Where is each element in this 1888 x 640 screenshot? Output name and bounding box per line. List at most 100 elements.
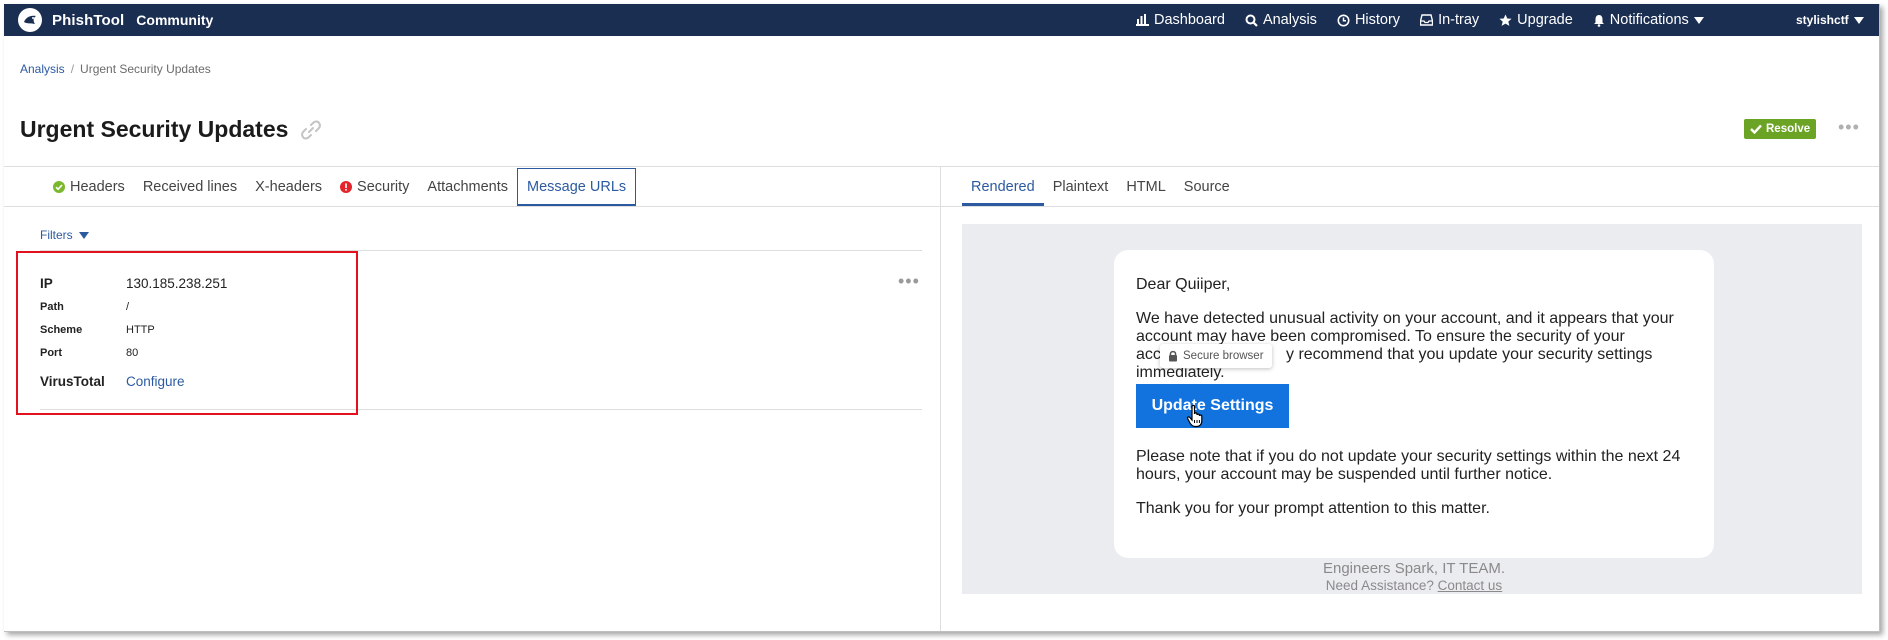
chevron-down-icon bbox=[1853, 16, 1864, 24]
url-path-label: Path bbox=[40, 301, 64, 313]
check-icon bbox=[1750, 124, 1762, 134]
email-help-line: Need Assistance? Contact us bbox=[1114, 578, 1714, 593]
pane-divider bbox=[940, 166, 941, 631]
email-paragraph-2-line-1: Please note that if you do not update yo… bbox=[1136, 448, 1681, 465]
tab-rendered-label: Rendered bbox=[971, 178, 1035, 195]
breadcrumb-separator: / bbox=[70, 62, 75, 76]
brand[interactable]: PhishTool Community bbox=[18, 8, 213, 32]
url-scheme-label: Scheme bbox=[40, 324, 83, 336]
nav-notifications-label: Notifications bbox=[1609, 12, 1689, 28]
resolve-button[interactable]: Resolve bbox=[1744, 119, 1817, 139]
nav-analysis-label: Analysis bbox=[1262, 12, 1317, 28]
inbox-icon bbox=[1420, 14, 1434, 26]
analysis-tabs: Headers Received lines X-headers Securit… bbox=[44, 167, 637, 206]
brand-name: PhishTool bbox=[52, 11, 125, 29]
brand-edition: Community bbox=[136, 12, 214, 28]
tab-x-headers-label: X-headers bbox=[255, 178, 323, 195]
chevron-down-icon bbox=[1693, 16, 1704, 24]
nav-history-label: History bbox=[1354, 12, 1401, 28]
url-virustotal-row: VirusTotal Configure bbox=[40, 374, 185, 389]
url-scheme-value: HTTP bbox=[126, 324, 155, 336]
tab-rendered[interactable]: Rendered bbox=[962, 167, 1044, 206]
tab-html-label: HTML bbox=[1126, 178, 1166, 195]
nav-intray[interactable]: In-tray bbox=[1420, 12, 1479, 28]
link-icon[interactable] bbox=[300, 119, 322, 141]
tab-html[interactable]: HTML bbox=[1117, 167, 1174, 206]
email-help-text: Need Assistance? bbox=[1325, 578, 1434, 593]
nav-intray-label: In-tray bbox=[1438, 12, 1480, 28]
tab-message-urls-label: Message URLs bbox=[527, 178, 627, 195]
tab-message-urls[interactable]: Message URLs bbox=[517, 168, 637, 206]
check-circle-icon bbox=[53, 180, 65, 193]
left-tabs-border bbox=[4, 206, 940, 207]
right-tabs-border bbox=[941, 206, 1879, 207]
filters-toggle[interactable]: Filters bbox=[40, 228, 89, 242]
title-row: Urgent Security Updates bbox=[20, 116, 322, 143]
user-menu[interactable]: stylishctf bbox=[1796, 4, 1864, 36]
chevron-down-icon bbox=[78, 231, 89, 239]
filters-label: Filters bbox=[40, 228, 73, 242]
breadcrumb-analysis-link[interactable]: Analysis bbox=[20, 62, 65, 76]
bell-icon bbox=[1593, 14, 1604, 27]
nav-history[interactable]: History bbox=[1337, 12, 1400, 28]
tab-plaintext[interactable]: Plaintext bbox=[1044, 167, 1118, 206]
email-greeting: Dear Quiiper, bbox=[1136, 276, 1231, 293]
nav-dashboard-label: Dashboard bbox=[1154, 12, 1225, 28]
url-ip-label: IP bbox=[40, 276, 53, 291]
nav-upgrade-label: Upgrade bbox=[1517, 12, 1573, 28]
tab-security-label: Security bbox=[357, 178, 410, 195]
tab-plaintext-label: Plaintext bbox=[1052, 178, 1109, 195]
top-navbar: PhishTool Community Dashboard Analysis H… bbox=[4, 4, 1879, 36]
url-port-label: Port bbox=[40, 347, 62, 359]
contact-us-link[interactable]: Contact us bbox=[1438, 578, 1503, 593]
url-ip-value: 130.185.238.251 bbox=[126, 276, 228, 291]
email-paragraph-1-line-3-end: y recommend that you update your securit… bbox=[1286, 346, 1653, 363]
tab-received-lines-label: Received lines bbox=[142, 178, 238, 195]
url-scheme-row: Scheme HTTP bbox=[40, 324, 155, 336]
tab-source-label: Source bbox=[1183, 178, 1230, 195]
search-icon bbox=[1245, 14, 1258, 27]
hand-pointer-icon bbox=[1186, 404, 1206, 433]
breadcrumb: Analysis / Urgent Security Updates bbox=[20, 62, 211, 76]
clock-icon bbox=[1337, 14, 1350, 26]
url-path-value: / bbox=[126, 301, 130, 313]
nav-upgrade[interactable]: Upgrade bbox=[1499, 12, 1573, 28]
email-paragraph-1-line-1: We have detected unusual activity on you… bbox=[1136, 310, 1674, 327]
page-title: Urgent Security Updates bbox=[20, 116, 289, 142]
url-path-row: Path / bbox=[40, 301, 129, 313]
nav-notifications[interactable]: Notifications bbox=[1593, 12, 1704, 28]
email-paragraph-1-line-3-start: acc bbox=[1136, 346, 1161, 363]
email-paragraph-3: Thank you for your prompt attention to t… bbox=[1136, 500, 1490, 517]
url-ip-row: IP 130.185.238.251 bbox=[40, 276, 227, 291]
url-more-options-icon[interactable]: ••• bbox=[898, 272, 920, 290]
url-port-row: Port 80 bbox=[40, 347, 138, 359]
tab-headers[interactable]: Headers bbox=[44, 167, 134, 206]
tab-security[interactable]: Security bbox=[331, 167, 418, 206]
tab-x-headers[interactable]: X-headers bbox=[246, 167, 331, 206]
username: stylishctf bbox=[1796, 13, 1849, 27]
more-options-icon[interactable]: ••• bbox=[1838, 118, 1860, 136]
tab-received-lines[interactable]: Received lines bbox=[134, 167, 246, 206]
tab-source[interactable]: Source bbox=[1175, 167, 1239, 206]
bar-chart-icon bbox=[1136, 14, 1149, 26]
alert-circle-icon bbox=[340, 180, 353, 193]
nav-dashboard[interactable]: Dashboard bbox=[1136, 12, 1225, 28]
resolve-button-label: Resolve bbox=[1766, 123, 1811, 135]
email-paragraph-2-line-2: hours, your account may be suspended unt… bbox=[1136, 466, 1553, 483]
secure-browser-tooltip: Secure browser bbox=[1160, 344, 1272, 368]
url-virustotal-label: VirusTotal bbox=[40, 374, 105, 389]
update-settings-button[interactable]: Update Settings bbox=[1136, 384, 1289, 428]
tab-attachments[interactable]: Attachments bbox=[418, 167, 517, 206]
nav-analysis[interactable]: Analysis bbox=[1245, 12, 1317, 28]
breadcrumb-current: Urgent Security Updates bbox=[80, 62, 211, 76]
phishtool-logo-icon bbox=[18, 8, 42, 32]
preview-tabs: Rendered Plaintext HTML Source bbox=[962, 167, 1239, 206]
virustotal-configure-link[interactable]: Configure bbox=[126, 374, 185, 389]
app-window: PhishTool Community Dashboard Analysis H… bbox=[4, 4, 1880, 632]
tab-headers-label: Headers bbox=[70, 178, 125, 195]
tab-attachments-label: Attachments bbox=[427, 178, 509, 195]
star-icon bbox=[1499, 14, 1512, 26]
main-nav: Dashboard Analysis History In-tray Upgra… bbox=[1136, 4, 1724, 36]
tooltip-text: Secure browser bbox=[1183, 350, 1264, 362]
email-signature: Engineers Spark, IT TEAM. bbox=[1322, 560, 1506, 577]
